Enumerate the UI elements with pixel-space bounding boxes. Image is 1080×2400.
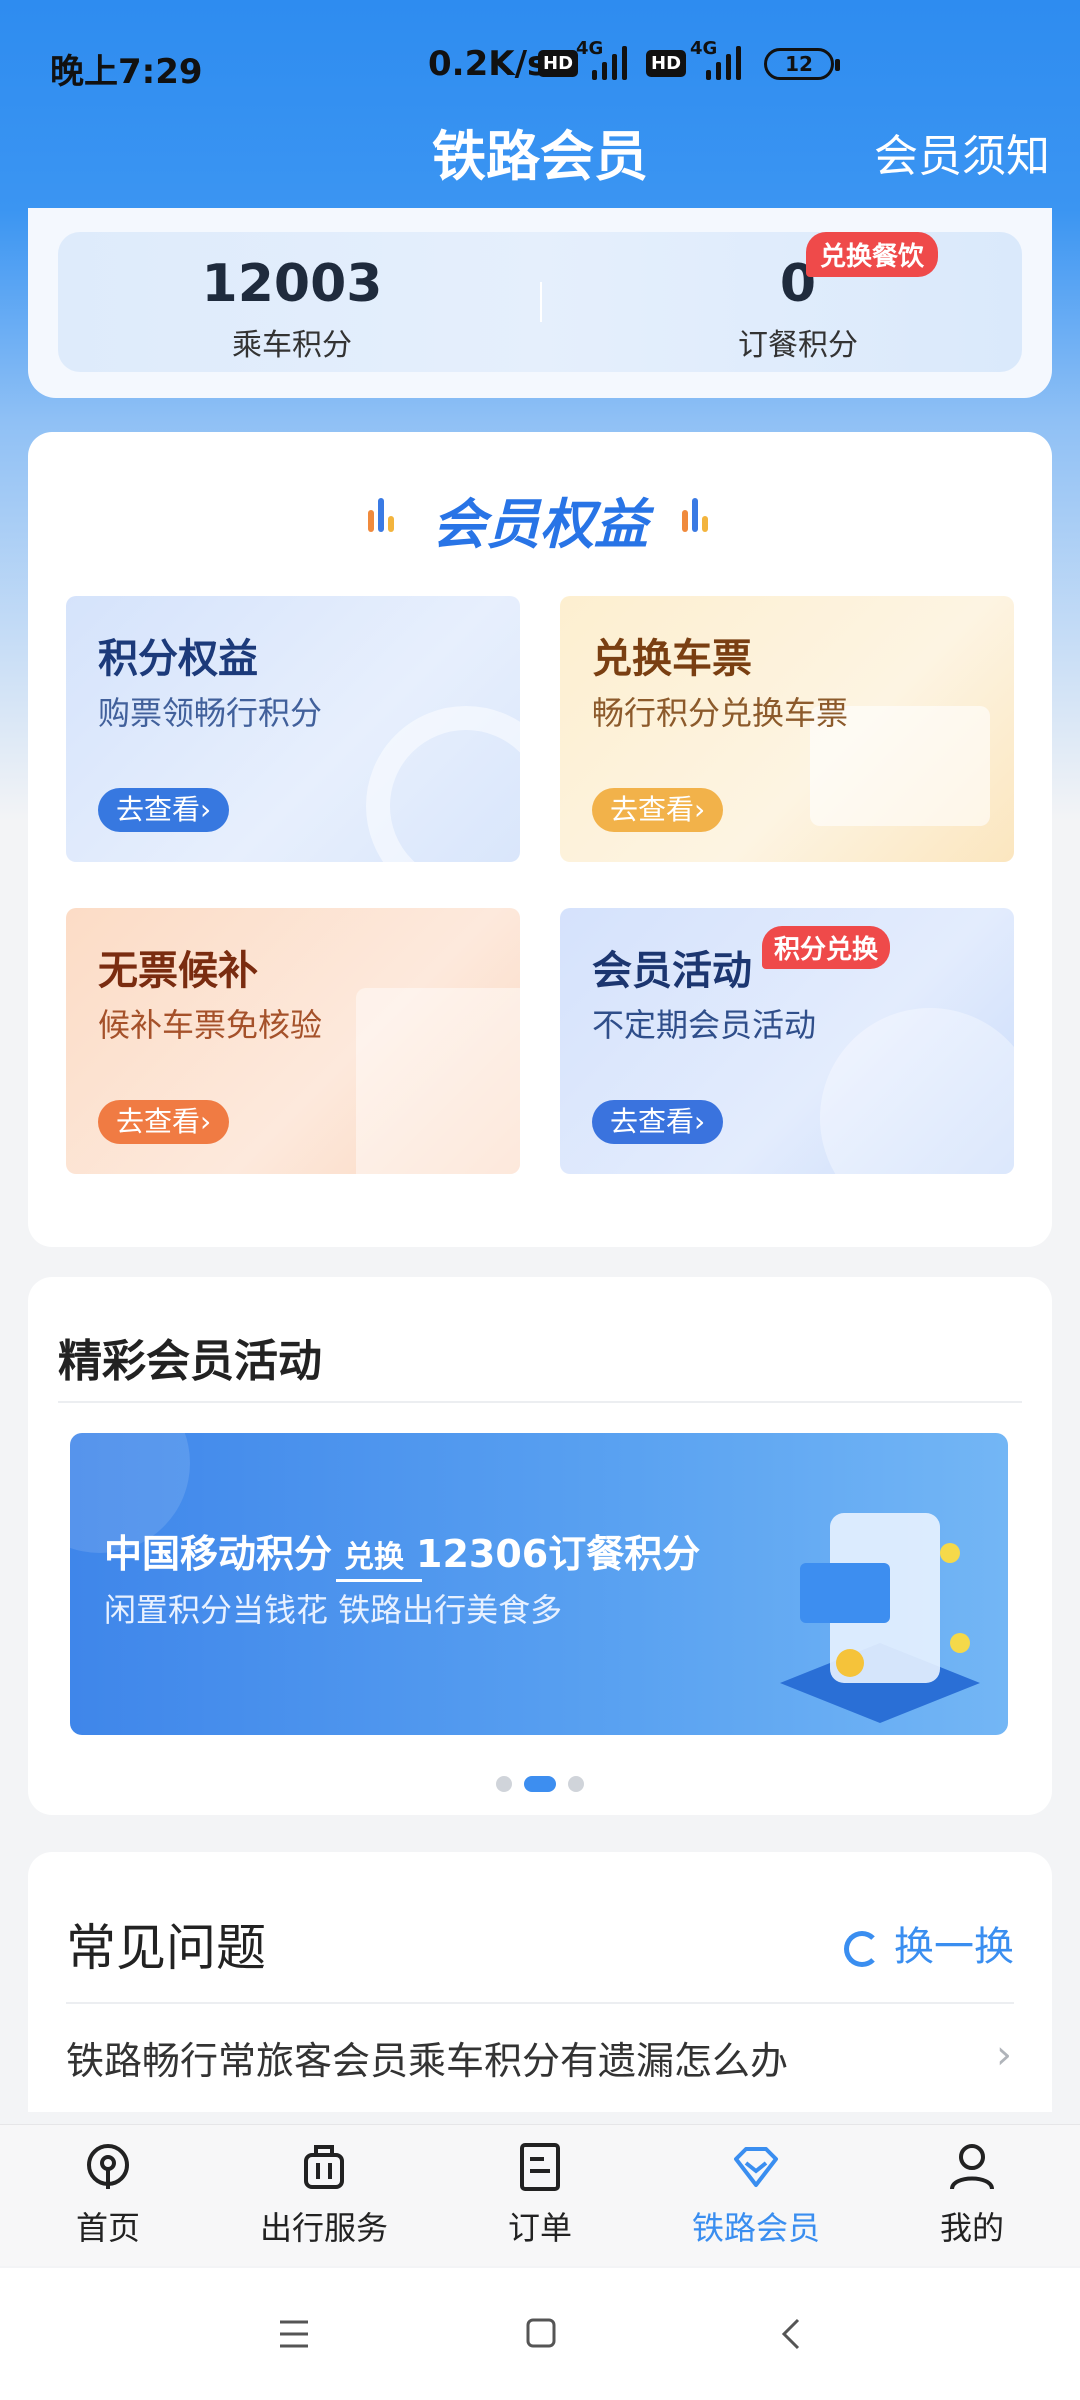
banner-right-text: 12306订餐积分 [416, 1532, 701, 1576]
rail-logo-icon [366, 706, 520, 862]
network-speed: 0.2K/s [428, 44, 548, 84]
pager-dot[interactable] [568, 1775, 584, 1792]
tile-subtitle: 购票领畅行积分 [98, 694, 323, 732]
home-square-icon[interactable] [522, 2310, 558, 2358]
member-benefits-card: 会员权益 积分权益 购票领畅行积分 去查看› 兑换车票 畅行积分兑换车票 去查看… [28, 432, 1052, 1247]
train-logo-icon [87, 2144, 129, 2189]
ride-points-label: 乘车积分 [232, 328, 352, 363]
tile-title: 兑换车票 [592, 636, 752, 682]
phone-points-illustration-icon [780, 1513, 980, 1723]
benefits-title: 会员权益 [432, 493, 648, 556]
tab-label: 订单 [507, 2209, 572, 2247]
view-button[interactable]: 去查看› [98, 1100, 230, 1144]
person-icon [950, 2144, 994, 2190]
order-doc-icon [520, 2143, 560, 2191]
waitlist-tile[interactable]: 无票候补 候补车票免核验 去查看› [66, 908, 520, 1174]
points-divider [540, 282, 542, 322]
meal-points-label: 订餐积分 [738, 328, 858, 363]
tile-subtitle: 候补车票免核验 [98, 1006, 323, 1044]
diamond-icon [734, 2147, 778, 2187]
tile-title: 会员活动 [592, 948, 752, 994]
status-bar: 晚上7:29 0.2K/s HD 4G HD 4G 12 [0, 0, 1080, 128]
money-bag-icon [820, 1008, 1014, 1174]
battery-icon: 12 [764, 48, 840, 80]
faq-card: 常见问题 换一换 铁路畅行常旅客会员乘车积分有遗漏怎么办 › [28, 1852, 1052, 2112]
view-button[interactable]: 去查看› [592, 1100, 724, 1144]
tile-title: 无票候补 [98, 948, 258, 994]
view-button[interactable]: 去查看› [592, 788, 724, 832]
phone-ticket-icon [356, 988, 520, 1174]
faq-question[interactable]: 铁路畅行常旅客会员乘车积分有遗漏怎么办 [66, 2030, 788, 2085]
tab-travel-services[interactable]: 出行服务 [216, 2141, 432, 2249]
refresh-icon [844, 1931, 880, 1967]
banner-tagline: 闲置积分当钱花 铁路出行美食多 [104, 1591, 563, 1629]
activity-banner[interactable]: 中国移动积分 兑换 12306订餐积分 闲置积分当钱花 铁路出行美食多 [70, 1433, 1008, 1735]
hd-badge: HD [538, 50, 579, 77]
luggage-icon [304, 2145, 344, 2189]
refresh-button[interactable]: 换一换 [844, 1914, 1014, 1972]
chevron-right-icon: › [996, 2032, 1012, 2078]
tab-label: 出行服务 [259, 2209, 388, 2247]
signal-icon [584, 42, 634, 80]
ride-points[interactable]: 12003 乘车积分 [142, 254, 442, 364]
signal-icon-2 [698, 42, 748, 80]
tab-label: 铁路会员 [691, 2209, 820, 2247]
bottom-tab-bar: 首页 出行服务 订单 铁路会员 我的 [0, 2124, 1080, 2266]
tile-subtitle: 不定期会员活动 [592, 1006, 817, 1044]
pager-dot[interactable] [496, 1775, 512, 1792]
faq-title: 常见问题 [66, 1919, 266, 1977]
banner-arrow-text: 兑换 [336, 1532, 423, 1582]
tab-orders[interactable]: 订单 [432, 2141, 648, 2249]
hd-badge-2: HD [646, 50, 687, 77]
faq-divider [66, 2002, 1014, 2004]
banner-headline: 中国移动积分 兑换 12306订餐积分 [104, 1523, 701, 1582]
exchange-food-badge[interactable]: 兑换餐饮 [806, 232, 939, 277]
menu-icon[interactable] [276, 2310, 312, 2358]
system-nav-bar [0, 2268, 1080, 2400]
status-time: 晚上7:29 [50, 52, 203, 92]
tile-subtitle: 畅行积分兑换车票 [592, 694, 849, 732]
banner-pager [28, 1773, 1052, 1792]
points-benefit-tile[interactable]: 积分权益 购票领畅行积分 去查看› [66, 596, 520, 862]
tab-rail-member[interactable]: 铁路会员 [648, 2141, 864, 2249]
banner-left-text: 中国移动积分 [104, 1532, 333, 1576]
pager-dot-active[interactable] [524, 1775, 556, 1792]
tab-label: 首页 [75, 2209, 140, 2247]
back-icon[interactable] [774, 2310, 810, 2358]
points-exchange-badge: 积分兑换 [762, 926, 891, 969]
tab-home[interactable]: 首页 [0, 2141, 216, 2249]
activities-divider [58, 1401, 1022, 1403]
activities-card: 精彩会员活动 中国移动积分 兑换 12306订餐积分 闲置积分当钱花 铁路出行美食多 [28, 1277, 1052, 1815]
exchange-ticket-tile[interactable]: 兑换车票 畅行积分兑换车票 去查看› [560, 596, 1014, 862]
activities-title: 精彩会员活动 [58, 1336, 322, 1387]
title-deco-right-icon [680, 492, 720, 532]
member-notice-link[interactable]: 会员须知 [874, 120, 1050, 184]
tile-title: 积分权益 [98, 636, 258, 682]
refresh-label: 换一换 [894, 1924, 1014, 1970]
view-button[interactable]: 去查看› [98, 788, 230, 832]
tab-mine[interactable]: 我的 [864, 2141, 1080, 2249]
tab-label: 我的 [939, 2209, 1004, 2247]
ride-points-value: 12003 [201, 254, 383, 314]
